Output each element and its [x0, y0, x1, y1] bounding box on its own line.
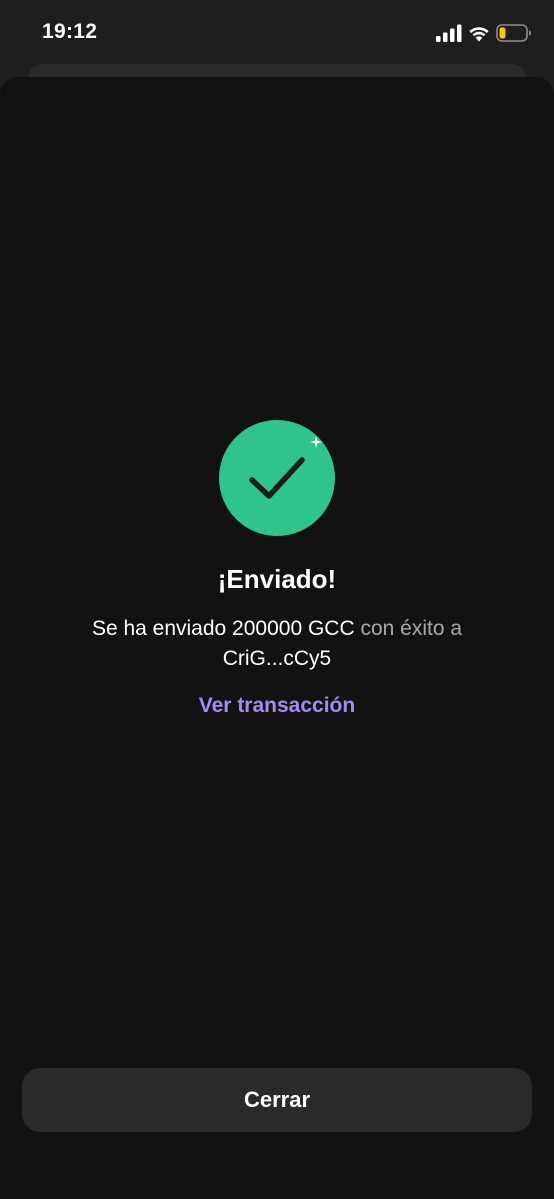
message-connector: con éxito a [360, 617, 463, 640]
checkmark-icon [219, 420, 335, 536]
screen: 19:12 ¡Enviado! Se ha enviado 200000 GCC… [0, 0, 554, 1199]
status-icons [436, 22, 532, 44]
message-recipient: CriG...cCy5 [222, 647, 332, 670]
view-transaction-link[interactable]: Ver transacción [0, 694, 554, 718]
success-title: ¡Enviado! [217, 564, 337, 594]
status-bar: 19:12 [0, 0, 554, 66]
close-button[interactable]: Cerrar [22, 1068, 532, 1132]
message-amount: Se ha enviado 200000 GCC [91, 617, 355, 640]
battery-icon [496, 23, 532, 43]
success-message: Se ha enviado 200000 GCC con éxito a Cri… [40, 614, 514, 674]
status-time: 19:12 [42, 20, 98, 43]
wifi-icon [468, 24, 490, 42]
signal-icon [436, 24, 462, 42]
